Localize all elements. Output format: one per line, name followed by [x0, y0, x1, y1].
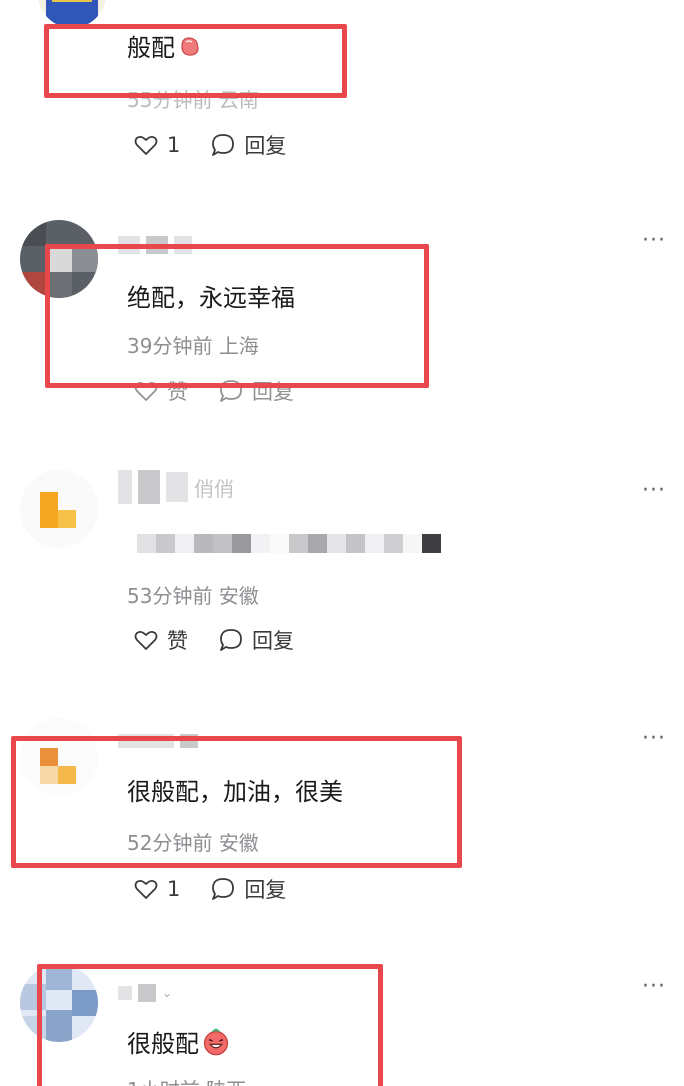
chevron-down-icon: ⌄: [162, 986, 173, 1000]
avatar[interactable]: [20, 964, 98, 1042]
comment-meta: 53分钟前 安徽: [127, 584, 259, 608]
more-dots-icon[interactable]: ···: [642, 974, 666, 999]
heart-outline-icon: [134, 879, 158, 899]
like-count: 1: [167, 877, 181, 901]
comment-text: 绝配，永远幸福: [127, 284, 295, 312]
reply-button[interactable]: 回复: [218, 625, 294, 655]
speech-bubble-icon: [212, 878, 235, 900]
like-count: 赞: [167, 629, 188, 653]
heart-outline-icon: [134, 381, 158, 401]
like-button[interactable]: 赞: [133, 376, 188, 406]
comment-text: 般配: [127, 28, 203, 63]
heart-outline-icon: [134, 630, 158, 650]
speech-bubble-icon: [220, 380, 242, 402]
speech-bubble-icon: [212, 134, 235, 156]
avatar[interactable]: [20, 470, 98, 548]
reply-label: 回复: [252, 629, 294, 653]
username[interactable]: ⌄: [118, 982, 172, 1004]
hand-emoji-icon: [181, 36, 199, 56]
comment-text: 很般配: [127, 1024, 231, 1059]
avatar[interactable]: [38, 0, 106, 28]
username[interactable]: [118, 234, 192, 256]
censored-comment-text: [137, 534, 441, 553]
like-button[interactable]: 1: [133, 877, 180, 901]
like-button[interactable]: 赞: [133, 625, 188, 655]
reply-label: 回复: [252, 380, 294, 404]
speech-bubble-icon: [220, 629, 242, 651]
heart-outline-icon: [134, 135, 158, 155]
comment-actions: 赞 回复: [133, 625, 294, 655]
like-button[interactable]: 1: [133, 133, 180, 157]
comment-meta: 39分钟前 上海: [127, 334, 259, 358]
comment-meta: 52分钟前 安徽: [127, 831, 259, 855]
username[interactable]: 俏俏: [118, 470, 234, 504]
comment-meta: 1小时前 陕西: [127, 1074, 246, 1086]
comment-actions: 1 回复: [133, 130, 286, 160]
reply-button[interactable]: 回复: [210, 874, 286, 904]
like-count: 赞: [167, 380, 188, 404]
avatar[interactable]: [20, 220, 98, 298]
avatar[interactable]: [20, 718, 98, 796]
username[interactable]: [118, 730, 198, 752]
more-dots-icon[interactable]: ···: [642, 478, 666, 503]
reply-label: 回复: [244, 134, 287, 158]
like-count: 1: [167, 133, 181, 157]
comment-actions: 赞 回复: [133, 376, 294, 406]
more-dots-icon[interactable]: ···: [642, 726, 666, 751]
more-dots-icon[interactable]: ···: [642, 228, 666, 253]
highlight-box: [45, 244, 429, 388]
comment-actions: 1 回复: [133, 874, 286, 904]
laughing-face-emoji-icon: [203, 1027, 229, 1055]
comment-text: 很般配，加油，很美: [127, 778, 343, 806]
comment-meta: 55分钟前 云南: [127, 88, 259, 112]
reply-button[interactable]: 回复: [210, 130, 286, 160]
reply-button[interactable]: 回复: [218, 376, 294, 406]
reply-label: 回复: [244, 878, 287, 902]
